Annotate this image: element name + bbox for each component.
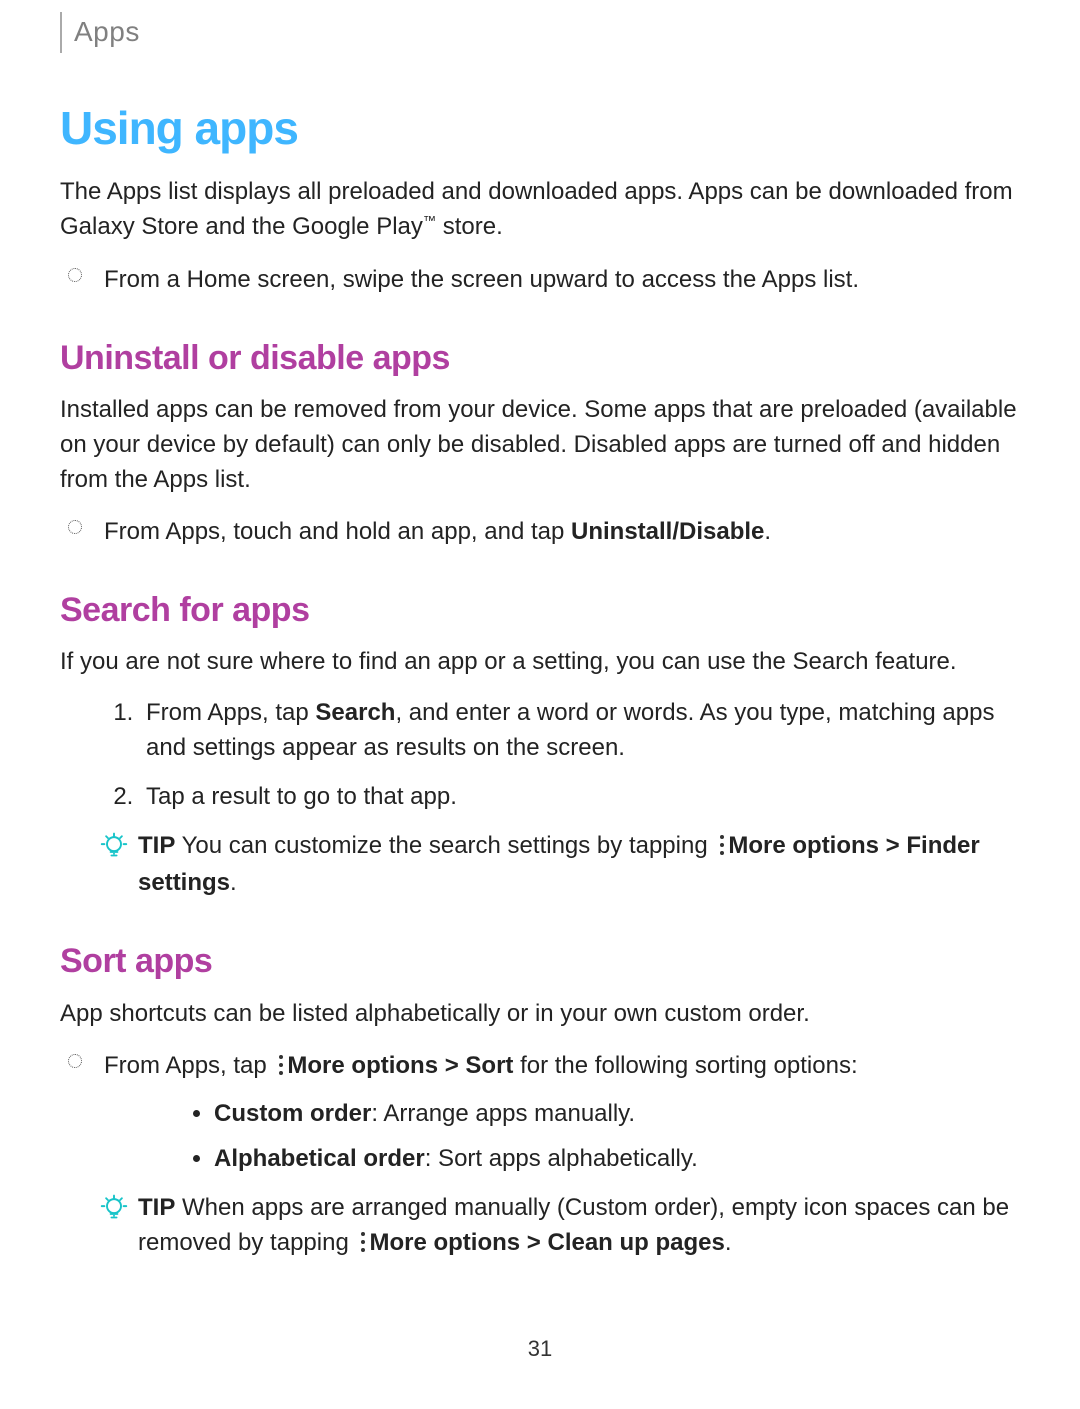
more-options-label: More options: [728, 832, 879, 859]
more-options-label: More options: [287, 1052, 438, 1079]
tip-end: .: [725, 1229, 732, 1256]
list-item: From Apps, touch and hold an app, and ta…: [104, 515, 1020, 550]
sort-sublist: Custom order: Arrange apps manually. Alp…: [104, 1097, 1020, 1177]
sort-paragraph: App shortcuts can be listed alphabetical…: [60, 997, 1020, 1032]
step1-bold: Search: [315, 699, 395, 726]
uninstall-bullets: From Apps, touch and hold an app, and ta…: [60, 515, 1020, 550]
custom-order-label: Custom order: [214, 1100, 371, 1127]
sort-bullet-pre: From Apps, tap: [104, 1052, 273, 1079]
uninstall-bullet-pre: From Apps, touch and hold an app, and ta…: [104, 518, 571, 545]
sort-bullet-post: for the following sorting options:: [513, 1052, 857, 1079]
tip-end: .: [230, 869, 237, 896]
chevron: >: [520, 1229, 547, 1256]
lightbulb-icon: [100, 1193, 128, 1221]
list-item: Alphabetical order: Sort apps alphabetic…: [214, 1142, 1020, 1177]
tip-text: TIP You can customize the search setting…: [138, 829, 1020, 902]
list-item: From Apps, tap More options > Sort for t…: [104, 1049, 1020, 1176]
list-item: From Apps, tap Search, and enter a word …: [140, 696, 1020, 766]
section-header: Apps: [60, 12, 1020, 53]
alpha-order-label: Alphabetical order: [214, 1145, 425, 1172]
sort-bullets: From Apps, tap More options > Sort for t…: [60, 1049, 1020, 1176]
heading-sort: Sort apps: [60, 937, 1020, 986]
tip-label: TIP: [138, 832, 175, 859]
intro-bullet-text: From a Home screen, swipe the screen upw…: [104, 266, 859, 293]
list-item: Tap a result to go to that app.: [140, 780, 1020, 815]
intro-text-pre: The Apps list displays all preloaded and…: [60, 178, 1013, 240]
alpha-order-text: : Sort apps alphabetically.: [425, 1145, 698, 1172]
tm-symbol: ™: [423, 213, 436, 228]
chevron: >: [879, 832, 906, 859]
heading-uninstall: Uninstall or disable apps: [60, 334, 1020, 383]
step1-pre: From Apps, tap: [146, 699, 315, 726]
more-options-label: More options: [369, 1229, 520, 1256]
heading-search: Search for apps: [60, 586, 1020, 635]
tip-block-sort: TIP When apps are arranged manually (Cus…: [100, 1191, 1020, 1264]
more-options-icon: [277, 1052, 285, 1087]
section-label: Apps: [74, 16, 140, 47]
uninstall-paragraph: Installed apps can be removed from your …: [60, 393, 1020, 497]
intro-bullets: From a Home screen, swipe the screen upw…: [60, 263, 1020, 298]
clean-up-label: Clean up pages: [547, 1229, 724, 1256]
lightbulb-icon: [100, 831, 128, 859]
step2-text: Tap a result to go to that app.: [146, 783, 457, 810]
page-title: Using apps: [60, 95, 1020, 162]
intro-text-post: store.: [436, 213, 503, 240]
search-paragraph: If you are not sure where to find an app…: [60, 645, 1020, 680]
tip-text: TIP When apps are arranged manually (Cus…: [138, 1191, 1020, 1264]
tip-pre: You can customize the search settings by…: [175, 832, 714, 859]
intro-paragraph: The Apps list displays all preloaded and…: [60, 175, 1020, 245]
list-item: Custom order: Arrange apps manually.: [214, 1097, 1020, 1132]
more-options-icon: [718, 832, 726, 867]
uninstall-bullet-bold: Uninstall/Disable: [571, 518, 764, 545]
tip-block-search: TIP You can customize the search setting…: [100, 829, 1020, 902]
chevron: >: [438, 1052, 465, 1079]
page-number: 31: [60, 1333, 1020, 1365]
search-steps: From Apps, tap Search, and enter a word …: [60, 696, 1020, 814]
list-item: From a Home screen, swipe the screen upw…: [104, 263, 1020, 298]
custom-order-text: : Arrange apps manually.: [371, 1100, 635, 1127]
sort-label: Sort: [465, 1052, 513, 1079]
tip-label: TIP: [138, 1194, 175, 1221]
uninstall-bullet-post: .: [764, 518, 771, 545]
more-options-icon: [359, 1229, 367, 1264]
